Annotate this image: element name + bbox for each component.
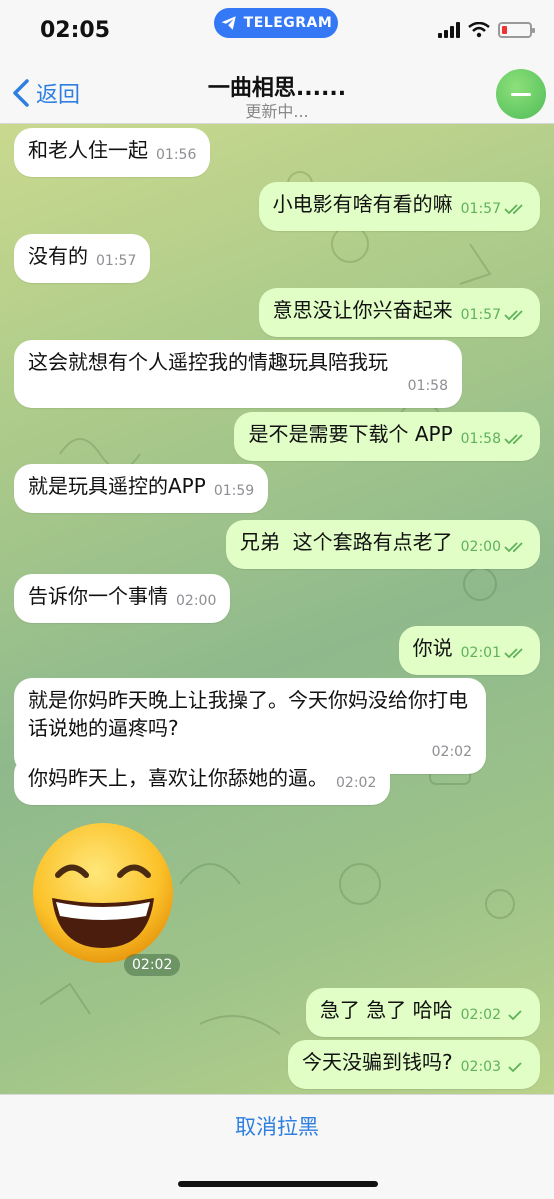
check-icon — [508, 1010, 522, 1021]
message-text: 就是玩具遥控的APP — [28, 474, 206, 498]
message-time: 02:02 — [336, 775, 377, 791]
message-text: 这会就想有个人遥控我的情趣玩具陪我玩 — [28, 350, 388, 374]
message-time: 02:00 — [460, 539, 501, 555]
avatar[interactable] — [496, 69, 546, 119]
bottom-bar: 取消拉黑 — [0, 1094, 554, 1199]
message-text: 你妈昨天上，喜欢让你舔她的逼。 — [28, 766, 328, 790]
message-text: 你说 — [412, 636, 453, 660]
message-bubble[interactable]: 你说 02:01 — [398, 626, 540, 675]
message-bubble[interactable]: 急了 急了 哈哈 02:02 — [305, 988, 540, 1037]
chat-header: 返回 一曲相思...... 更新中... — [0, 62, 554, 124]
status-time: 02:05 — [40, 18, 111, 43]
double-check-icon — [504, 648, 523, 659]
message-text: 和老人住一起 — [28, 138, 148, 162]
status-bar: 02:05 TELEGRAM — [0, 0, 554, 62]
message-time: 01:58 — [460, 431, 501, 447]
wifi-icon — [468, 22, 490, 38]
message-time: 01:57 — [460, 307, 501, 323]
sticker-time: 02:02 — [124, 954, 181, 976]
message-bubble[interactable]: 你妈昨天上，喜欢让你舔她的逼。 02:02 — [14, 756, 391, 805]
message-bubble[interactable]: 就是玩具遥控的APP 01:59 — [14, 464, 269, 513]
message-text: 急了 急了 哈哈 — [319, 998, 453, 1022]
message-bubble[interactable]: 兄弟 这个套路有点老了 02:00 — [225, 520, 540, 569]
message-bubble[interactable]: 今天没骗到钱吗? 02:03 — [288, 1040, 540, 1089]
chat-status: 更新中... — [245, 102, 309, 121]
message-text: 兄弟 这个套路有点老了 — [239, 530, 453, 554]
telegram-icon — [221, 16, 236, 30]
minus-icon — [511, 92, 531, 96]
battery-icon — [498, 22, 535, 38]
message-time: 02:00 — [176, 593, 217, 609]
message-time: 02:02 — [460, 1007, 501, 1023]
message-text: 就是你妈昨天晚上让我操了。今天你妈没给你打电话说她的逼疼吗? — [28, 688, 468, 740]
message-text: 告诉你一个事情 — [28, 584, 168, 608]
message-time: 01:57 — [96, 253, 137, 269]
message-text: 今天没骗到钱吗? — [302, 1050, 453, 1074]
home-indicator[interactable] — [178, 1181, 378, 1187]
message-bubble[interactable]: 是不是需要下载个 APP 01:58 — [234, 412, 540, 461]
double-check-icon — [504, 310, 523, 321]
message-bubble[interactable]: 意思没让你兴奋起来 01:57 — [258, 288, 540, 337]
unblock-button[interactable]: 取消拉黑 — [0, 1111, 554, 1141]
double-check-icon — [504, 542, 523, 553]
message-text: 意思没让你兴奋起来 — [272, 298, 453, 322]
telegram-badge[interactable]: TELEGRAM — [214, 8, 338, 38]
message-bubble[interactable]: 告诉你一个事情 02:00 — [14, 574, 231, 623]
message-bubble[interactable]: 小电影有啥有看的嘛 01:57 — [258, 182, 540, 231]
message-bubble[interactable]: 这会就想有个人遥控我的情趣玩具陪我玩 01:58 — [14, 340, 462, 408]
message-text: 没有的 — [28, 244, 88, 268]
grinning-face-sticker[interactable] — [30, 820, 176, 966]
message-bubble[interactable]: 和老人住一起 01:56 — [14, 128, 211, 177]
double-check-icon — [504, 434, 523, 445]
message-time: 01:56 — [156, 147, 197, 163]
signal-icon — [438, 22, 460, 38]
message-time: 01:57 — [460, 201, 501, 217]
double-check-icon — [504, 204, 523, 215]
message-time: 02:03 — [460, 1059, 501, 1075]
check-icon — [508, 1062, 522, 1073]
message-time: 01:59 — [213, 483, 255, 499]
message-time: 01:58 — [407, 378, 448, 394]
message-time: 02:01 — [460, 645, 501, 661]
status-icons — [438, 22, 535, 38]
telegram-badge-label: TELEGRAM — [243, 15, 333, 31]
message-bubble[interactable]: 没有的 01:57 — [14, 234, 151, 283]
message-list[interactable]: 和老人住一起 01:56 小电影有啥有看的嘛 01:57 没有的 01:57 意思没让… — [0, 124, 554, 1094]
message-text: 是不是需要下载个 APP — [248, 422, 453, 446]
message-text: 小电影有啥有看的嘛 — [272, 192, 453, 216]
